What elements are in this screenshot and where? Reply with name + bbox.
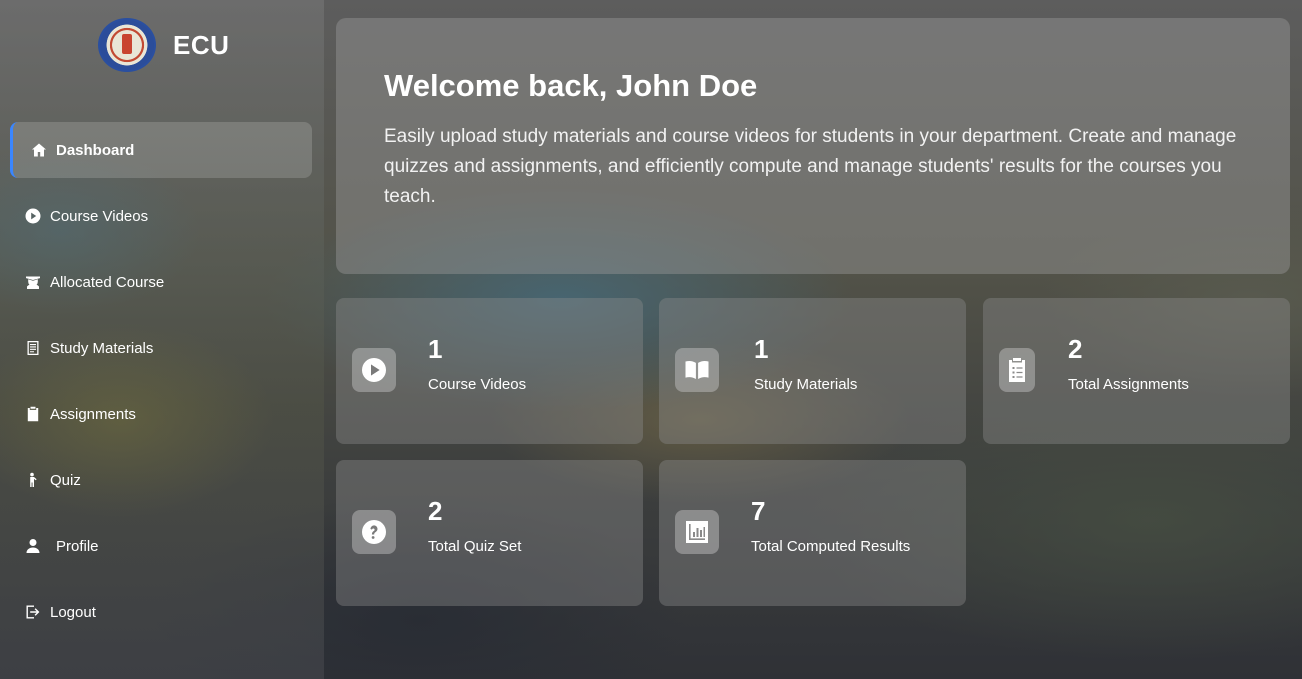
sidebar-item-label: Allocated Course	[50, 273, 165, 291]
bar-chart-icon	[675, 510, 719, 554]
clipboard-list-icon	[999, 348, 1035, 392]
stat-card-total-quiz-set[interactable]: 2 Total Quiz Set	[336, 460, 643, 606]
stat-count: 7	[751, 496, 766, 526]
welcome-title: Welcome back, John Doe	[384, 68, 758, 103]
main-content: Welcome back, John Doe Easily upload stu…	[336, 18, 1290, 606]
sidebar-item-dashboard[interactable]: Dashboard	[10, 122, 312, 178]
stat-label: Total Quiz Set	[428, 538, 522, 555]
stat-label: Total Computed Results	[751, 538, 911, 555]
stat-label: Total Assignments	[1068, 376, 1189, 393]
stat-count: 2	[1068, 334, 1083, 364]
stat-count: 1	[428, 334, 443, 364]
sidebar-item-label: Assignments	[50, 405, 136, 423]
quiz-person-icon	[24, 471, 42, 489]
document-list-icon	[24, 339, 42, 357]
sidebar: ECU Dashboard Course Videos Allocated Co…	[0, 0, 324, 679]
stat-card-total-computed-results[interactable]: 7 Total Computed Results	[659, 460, 966, 606]
graduate-icon	[24, 273, 42, 291]
stat-count: 2	[428, 496, 443, 526]
stat-card-study-materials[interactable]: 1 Study Materials	[659, 298, 966, 444]
clipboard-check-icon	[24, 405, 42, 423]
sidebar-item-study-materials[interactable]: Study Materials	[10, 320, 312, 376]
sidebar-item-label: Study Materials	[50, 339, 154, 357]
sidebar-nav: Dashboard Course Videos Allocated Course…	[10, 122, 312, 650]
stat-card-total-assignments[interactable]: 2 Total Assignments	[983, 298, 1290, 444]
university-logo	[98, 18, 156, 72]
sidebar-item-label: Dashboard	[56, 141, 135, 159]
user-icon	[24, 537, 42, 555]
book-icon	[675, 348, 719, 392]
sidebar-item-label: Logout	[50, 603, 96, 621]
sidebar-item-label: Course Videos	[50, 207, 149, 225]
sidebar-item-allocated-course[interactable]: Allocated Course	[10, 254, 312, 310]
sidebar-item-profile[interactable]: Profile	[10, 518, 312, 574]
play-icon	[352, 348, 396, 392]
stat-label: Course Videos	[428, 376, 527, 393]
play-circle-icon	[24, 207, 42, 225]
sidebar-item-assignments[interactable]: Assignments	[10, 386, 312, 442]
sidebar-item-logout[interactable]: Logout	[10, 584, 312, 640]
question-icon	[352, 510, 396, 554]
stat-label: Study Materials	[754, 376, 858, 393]
sidebar-item-label: Quiz	[50, 471, 81, 489]
brand[interactable]: ECU	[98, 18, 229, 72]
brand-name: ECU	[173, 29, 230, 60]
logout-icon	[24, 603, 42, 621]
sidebar-item-course-videos[interactable]: Course Videos	[10, 188, 312, 244]
welcome-text: Easily upload study materials and course…	[384, 126, 1237, 207]
sidebar-item-quiz[interactable]: Quiz	[10, 452, 312, 508]
sidebar-item-label: Profile	[56, 537, 99, 555]
stat-count: 1	[754, 334, 769, 364]
welcome-banner: Welcome back, John Doe Easily upload stu…	[336, 18, 1290, 274]
home-icon	[30, 141, 48, 159]
stat-card-course-videos[interactable]: 1 Course Videos	[336, 298, 643, 444]
